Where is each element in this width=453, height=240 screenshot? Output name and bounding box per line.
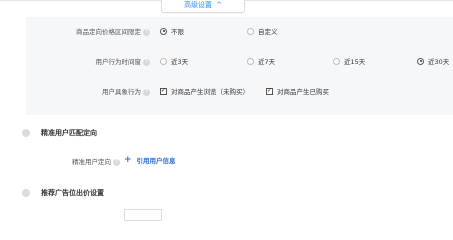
- option-label: 近30天: [428, 58, 450, 66]
- behavior-time-label: 用户行为时间窗: [95, 58, 142, 66]
- caret-up-icon: ^: [216, 1, 222, 9]
- option-label: 自定义: [258, 28, 278, 36]
- radio-icon[interactable]: [333, 57, 340, 65]
- radio-selected-icon[interactable]: [160, 27, 167, 35]
- user-behavior-label: 用户具象行为: [102, 88, 141, 96]
- behavior-time-option-7d[interactable]: 近7天: [247, 56, 275, 66]
- section-bullet-icon: [22, 189, 30, 197]
- help-icon[interactable]: ?: [143, 58, 150, 66]
- precise-field-label-wrap: 精准用户定向?: [30, 156, 120, 166]
- radio-icon[interactable]: [247, 57, 254, 65]
- option-label: 对商品产生已购买: [277, 88, 329, 96]
- option-label: 近15天: [344, 58, 366, 66]
- link-label: 引用用户信息: [136, 157, 176, 165]
- behavior-time-option-3d[interactable]: 近3天: [160, 56, 188, 66]
- reference-user-info-link[interactable]: + 引用用户信息: [124, 155, 176, 165]
- user-behavior-option-purchased[interactable]: 对商品产生已购买: [266, 86, 329, 96]
- user-behavior-option-browsed[interactable]: 对商品产生浏览（未购买）: [160, 86, 249, 96]
- option-label: 近3天: [171, 58, 189, 66]
- plus-icon: +: [124, 154, 132, 165]
- price-range-option-unlimited[interactable]: 不限: [160, 26, 184, 36]
- behavior-time-label-wrap: 用户行为时间窗?: [30, 56, 150, 66]
- option-label: 不限: [171, 28, 184, 36]
- user-behavior-label-wrap: 用户具象行为?: [30, 86, 150, 96]
- checkbox-checked-icon[interactable]: [160, 87, 167, 95]
- option-label: 近7天: [258, 58, 276, 66]
- bid-settings-title: 推荐广告位出价设置: [41, 189, 104, 197]
- tab-label: 高级设置: [184, 1, 213, 9]
- price-range-option-custom[interactable]: 自定义: [247, 26, 278, 36]
- radio-selected-icon[interactable]: [417, 57, 424, 65]
- bid-input-field[interactable]: [124, 209, 162, 221]
- price-range-label-wrap: 商品定向价格区间限定?: [30, 26, 150, 36]
- help-icon[interactable]: ?: [143, 28, 150, 36]
- radio-icon[interactable]: [160, 57, 167, 65]
- help-icon[interactable]: ?: [113, 158, 120, 166]
- price-range-label: 商品定向价格区间限定: [76, 28, 141, 36]
- option-label: 对商品产生浏览（未购买）: [171, 88, 249, 96]
- behavior-time-option-15d[interactable]: 近15天: [333, 56, 365, 66]
- tab-advanced-settings[interactable]: 高级设置 ^: [161, 0, 245, 13]
- help-icon[interactable]: ?: [143, 88, 150, 96]
- checkbox-checked-icon[interactable]: [266, 87, 273, 95]
- precise-targeting-title: 精准用户匹配定向: [41, 129, 97, 137]
- behavior-time-option-30d[interactable]: 近30天: [417, 56, 449, 66]
- precise-field-label: 精准用户定向: [72, 158, 111, 166]
- radio-icon[interactable]: [247, 27, 254, 35]
- section-bullet-icon: [22, 129, 30, 137]
